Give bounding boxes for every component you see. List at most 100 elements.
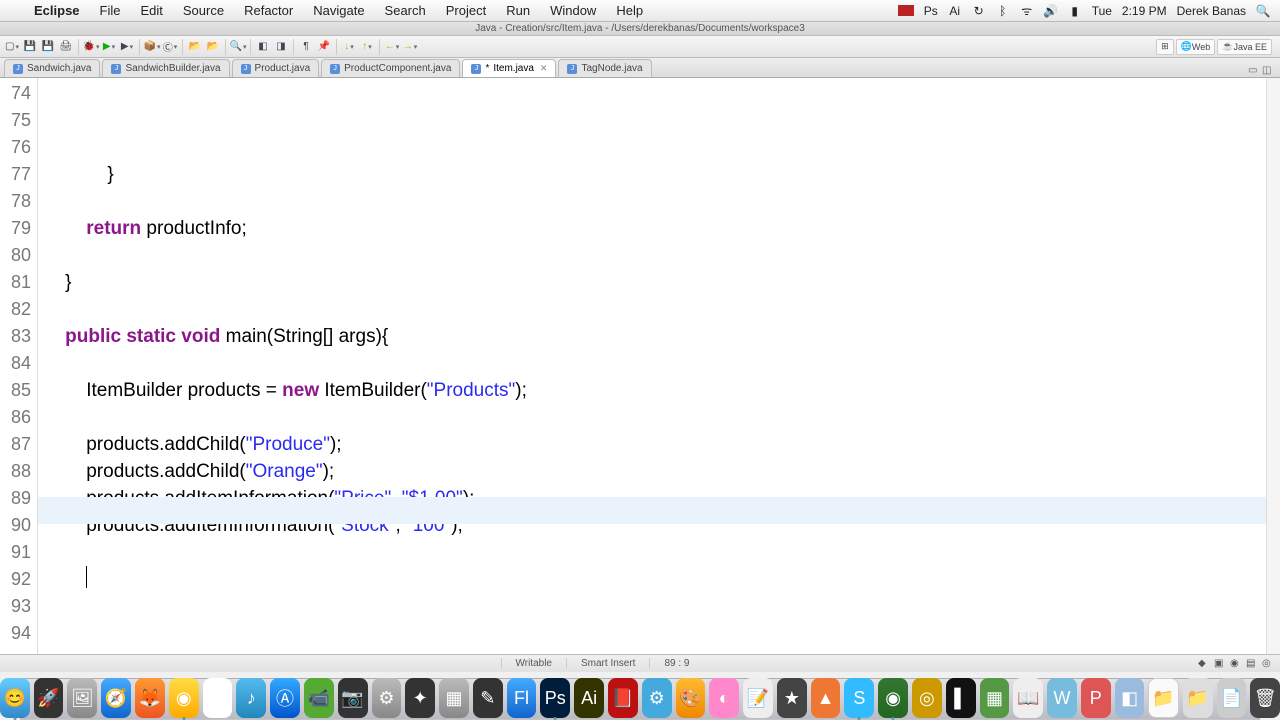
dock-finder[interactable]: 😊 [0,678,30,718]
dock-app[interactable]: 📷 [338,678,368,718]
search-button[interactable]: 🔍 [230,39,246,55]
dock-illustrator[interactable]: Ai [574,678,604,718]
show-whitespace-button[interactable]: ¶ [298,39,314,55]
open-perspective-button[interactable]: ⊞ [1156,39,1174,55]
status-icon[interactable]: ◉ [1230,658,1242,670]
tab-item[interactable]: JItem.java✕ [462,59,556,77]
status-icon[interactable]: ◆ [1198,658,1210,670]
spotlight-icon[interactable]: 🔍 [1256,4,1270,18]
close-tab-icon[interactable]: ✕ [540,63,548,74]
perspective-java[interactable]: ☕ Java EE [1217,39,1272,55]
menu-run[interactable]: Run [496,3,540,18]
dock-app[interactable]: ◎ [912,678,942,718]
dock-app[interactable]: Fl [507,678,537,718]
dock-skype[interactable]: S [844,678,874,718]
prev-annotation-button[interactable]: ↑ [359,39,375,55]
overview-ruler[interactable] [1266,78,1280,654]
dock-app[interactable]: ⚙ [372,678,402,718]
user-name[interactable]: Derek Banas [1177,4,1246,18]
dock-app[interactable]: 📖 [1013,678,1043,718]
sync-icon[interactable]: ↻ [972,4,986,18]
toggle-block-button[interactable]: ◨ [273,39,289,55]
dock-chrome[interactable]: ◉ [169,678,199,718]
dock-firefox[interactable]: 🦊 [135,678,165,718]
code-area[interactable]: } return productInfo; } public static vo… [38,78,1266,654]
tab-sandwich[interactable]: JSandwich.java [4,59,100,77]
ps-icon[interactable]: Ps [924,4,938,18]
clock-day[interactable]: Tue [1092,4,1112,18]
dock-app[interactable]: ▦ [980,678,1010,718]
new-package-button[interactable]: 📦 [144,39,160,55]
dock-appstore[interactable]: Ⓐ [270,678,300,718]
maximize-view-icon[interactable]: ◫ [1262,65,1274,77]
dock-app[interactable]: ◧ [1115,678,1145,718]
next-annotation-button[interactable]: ↓ [341,39,357,55]
dock-vlc[interactable]: ▲ [811,678,841,718]
dock-folder[interactable]: 📁 [1148,678,1178,718]
save-all-button[interactable]: 💾 [40,39,56,55]
dock-app[interactable]: ◐ [709,678,739,718]
minimize-view-icon[interactable]: ▭ [1248,65,1260,77]
dock-app[interactable]: P [1081,678,1111,718]
status-icon[interactable]: ▣ [1214,658,1226,670]
toggle-mark-button[interactable]: ◧ [255,39,271,55]
dock-eclipse[interactable]: ◉ [878,678,908,718]
dock-trash[interactable]: 🗑 [1250,678,1280,718]
dock-reader[interactable]: 📕 [608,678,638,718]
dock-folder[interactable]: 📄 [1217,678,1247,718]
menu-refactor[interactable]: Refactor [234,3,303,18]
menu-window[interactable]: Window [540,3,606,18]
wifi-icon[interactable]: ᯤ [1020,4,1034,18]
dock-app[interactable]: 📝 [743,678,773,718]
app-name[interactable]: Eclipse [24,3,90,18]
dock-app[interactable]: 🚀 [34,678,64,718]
volume-icon[interactable]: 🔊 [1044,4,1058,18]
status-icon[interactable]: ◎ [1262,658,1274,670]
save-button[interactable]: 💾 [22,39,38,55]
open-task-button[interactable]: 📂 [205,39,221,55]
menu-edit[interactable]: Edit [130,3,172,18]
menu-search[interactable]: Search [375,3,436,18]
dock-terminal[interactable]: ▌ [946,678,976,718]
run-last-button[interactable]: ▶ [119,39,135,55]
forward-button[interactable]: → [402,39,418,55]
menu-source[interactable]: Source [173,3,234,18]
dock-app[interactable]: ⚙ [642,678,672,718]
tab-sandwichbuilder[interactable]: JSandwichBuilder.java [102,59,229,77]
menu-file[interactable]: File [90,3,131,18]
flag-icon[interactable] [898,5,914,16]
perspective-web[interactable]: 🌐 Web [1176,39,1216,55]
dock-app[interactable]: ▦ [439,678,469,718]
dock-photoshop[interactable]: Ps [540,678,570,718]
ai-icon[interactable]: Ai [948,4,962,18]
new-class-button[interactable]: Ⓒ [162,39,178,55]
dock-app[interactable]: ✎ [473,678,503,718]
tab-tagnode[interactable]: JTagNode.java [558,59,651,77]
menu-project[interactable]: Project [436,3,496,18]
status-icon[interactable]: ▤ [1246,658,1258,670]
clock-time[interactable]: 2:19 PM [1122,4,1167,18]
dock-folder[interactable]: 📁 [1183,678,1213,718]
dock-safari[interactable]: 🧭 [101,678,131,718]
battery-icon[interactable]: ▮ [1068,4,1082,18]
dock-calendar[interactable]: 29 [203,678,233,718]
pin-button[interactable]: 📌 [316,39,332,55]
bluetooth-icon[interactable]: ᛒ [996,4,1010,18]
dock-itunes[interactable]: ♪ [236,678,266,718]
dock-facetime[interactable]: 📹 [304,678,334,718]
tab-productcomponent[interactable]: JProductComponent.java [321,59,460,77]
menu-navigate[interactable]: Navigate [303,3,374,18]
dock-app[interactable]: ✦ [405,678,435,718]
dock-word[interactable]: W [1047,678,1077,718]
print-button[interactable]: 🖨 [58,39,74,55]
dock-imovie[interactable]: ★ [777,678,807,718]
dock-app[interactable]: 🎨 [676,678,706,718]
dock-app[interactable]: 🖼 [67,678,97,718]
new-button[interactable]: ▢ [4,39,20,55]
back-button[interactable]: ← [384,39,400,55]
menu-help[interactable]: Help [606,3,653,18]
run-button[interactable]: ▶ [101,39,117,55]
tab-product[interactable]: JProduct.java [232,59,320,77]
open-type-button[interactable]: 📂 [187,39,203,55]
debug-button[interactable]: 🐞 [83,39,99,55]
